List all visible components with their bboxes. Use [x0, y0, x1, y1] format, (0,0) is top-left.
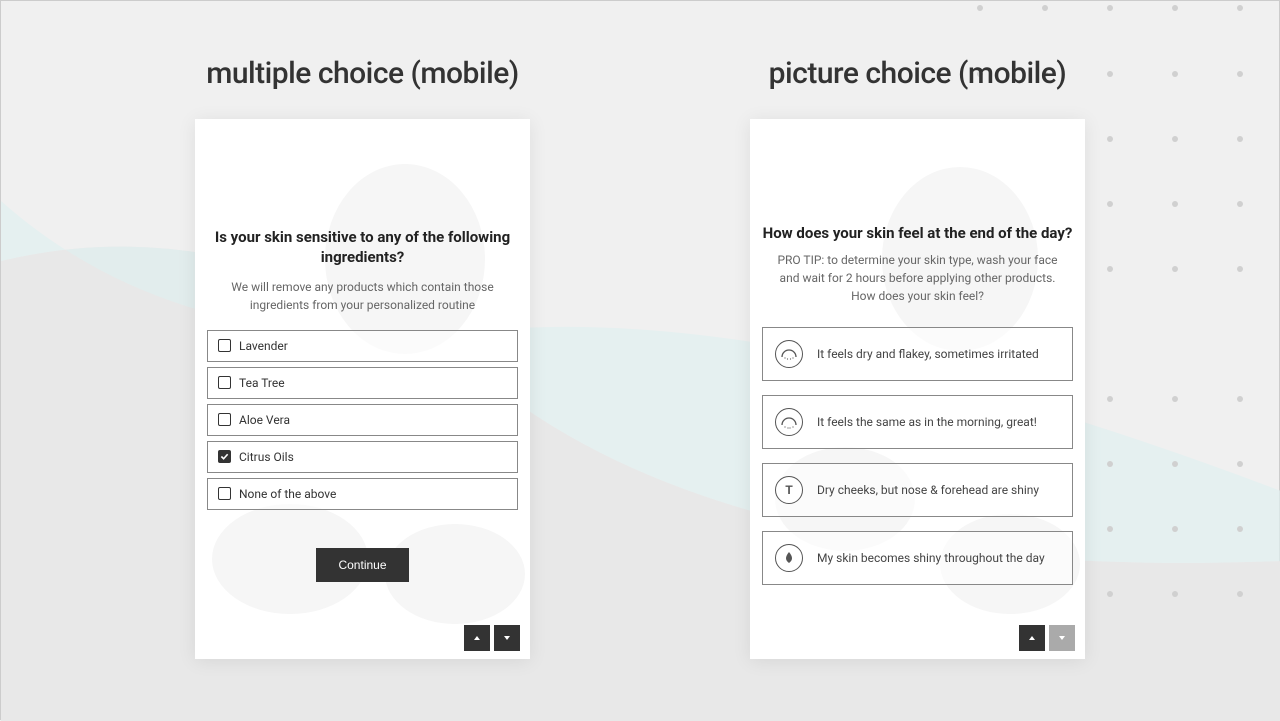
checkbox-icon: [218, 376, 231, 389]
option-label: My skin becomes shiny throughout the day: [817, 551, 1045, 565]
checkbox-icon: [218, 339, 231, 352]
left-question: Is your skin sensitive to any of the fol…: [207, 227, 518, 268]
nav-up-button[interactable]: [464, 625, 490, 651]
left-section-title: multiple choice (mobile): [206, 56, 519, 91]
option-label: Dry cheeks, but nose & forehead are shin…: [817, 483, 1039, 497]
nav-up-button[interactable]: [1019, 625, 1045, 651]
picture-option[interactable]: T Dry cheeks, but nose & forehead are shi…: [762, 463, 1073, 517]
checkbox-option[interactable]: None of the above: [207, 478, 518, 510]
continue-button[interactable]: Continue: [316, 548, 408, 582]
nav-down-button: [1049, 625, 1075, 651]
left-subtext: We will remove any products which contai…: [207, 278, 518, 314]
option-label: Citrus Oils: [239, 450, 294, 464]
checkbox-icon: [218, 413, 231, 426]
option-label: It feels dry and flakey, sometimes irrit…: [817, 347, 1039, 361]
nav-down-button[interactable]: [494, 625, 520, 651]
option-label: Aloe Vera: [239, 413, 290, 427]
right-subtext: PRO TIP: to determine your skin type, wa…: [762, 251, 1073, 305]
left-phone-mock: Is your skin sensitive to any of the fol…: [195, 119, 530, 659]
right-section-title: picture choice (mobile): [769, 56, 1067, 91]
oily-icon: [775, 544, 803, 572]
right-phone-mock: How does your skin feel at the end of th…: [750, 119, 1085, 659]
picture-option[interactable]: My skin becomes shiny throughout the day: [762, 531, 1073, 585]
picture-option[interactable]: It feels dry and flakey, sometimes irrit…: [762, 327, 1073, 381]
right-question: How does your skin feel at the end of th…: [762, 223, 1073, 243]
checkbox-option[interactable]: Lavender: [207, 330, 518, 362]
checkbox-option[interactable]: Tea Tree: [207, 367, 518, 399]
combo-icon: T: [775, 476, 803, 504]
checkbox-option[interactable]: Citrus Oils: [207, 441, 518, 473]
option-label: None of the above: [239, 487, 336, 501]
option-label: Tea Tree: [239, 376, 285, 390]
picture-option[interactable]: It feels the same as in the morning, gre…: [762, 395, 1073, 449]
checkbox-icon: [218, 450, 231, 463]
normal-icon: [775, 408, 803, 436]
checkbox-option[interactable]: Aloe Vera: [207, 404, 518, 436]
dry-icon: [775, 340, 803, 368]
left-column: multiple choice (mobile) Is your skin se…: [195, 56, 530, 659]
checkbox-icon: [218, 487, 231, 500]
right-column: picture choice (mobile) How does your sk…: [750, 56, 1085, 659]
option-label: It feels the same as in the morning, gre…: [817, 415, 1037, 429]
option-label: Lavender: [239, 339, 288, 353]
svg-text:T: T: [785, 483, 793, 497]
